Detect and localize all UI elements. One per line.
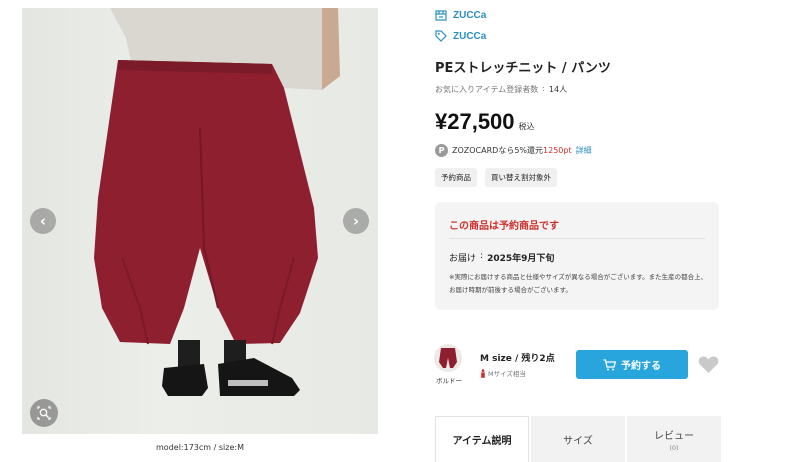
image-prev-button[interactable]: ‹	[30, 208, 56, 234]
price-row: ¥27,500 税込	[435, 109, 535, 135]
tab-item-description[interactable]: アイテム説明	[435, 416, 529, 462]
notice-title: この商品は予約商品です	[449, 221, 559, 232]
arrival-date: 2025年9月下旬	[487, 254, 555, 264]
shop-link[interactable]: ZUCCa	[435, 7, 486, 23]
tab-label: アイテム説明	[452, 436, 512, 447]
points-row: P ZOZOCARDなら5%還元 1250pt 詳細	[435, 144, 592, 157]
shop-icon	[435, 9, 447, 21]
favorite-button[interactable]	[698, 355, 719, 378]
review-count: (0)	[669, 443, 679, 452]
tab-label: レビュー	[654, 430, 694, 442]
tag-icon	[435, 30, 447, 42]
favorites-count: 14人	[548, 85, 568, 94]
tag-preorder: 予約商品	[435, 168, 477, 187]
product-image[interactable]	[22, 8, 378, 434]
size-info-row: Mサイズ相当	[480, 368, 526, 378]
points-value: 1250pt	[543, 146, 572, 155]
arrival-label: お届け	[449, 254, 477, 264]
reserve-button[interactable]: 予約する	[576, 350, 688, 379]
favorites-separator: :	[542, 84, 545, 93]
person-icon	[481, 368, 485, 378]
brand-link[interactable]: ZUCCa	[435, 28, 486, 44]
notice-divider	[449, 238, 705, 239]
preorder-notice: この商品は予約商品です お届け : 2025年9月下旬 ※実際にお届けする商品と…	[435, 202, 719, 310]
shop-name: ZUCCa	[453, 9, 487, 21]
size-stock: M size / 残り2点	[480, 354, 555, 364]
chevron-left-icon: ‹	[39, 212, 47, 230]
tag-trade-in-excluded: 買い替え割対象外	[485, 168, 557, 187]
size-info: Mサイズ相当	[488, 370, 526, 378]
detail-tabs: アイテム説明 サイズ レビュー (0)	[435, 416, 721, 462]
model-size-caption: model:173cm / size:M	[156, 443, 244, 452]
tab-label: サイズ	[563, 435, 593, 447]
product-title: PEストレッチニット / パンツ	[435, 61, 611, 76]
arrival-separator: :	[480, 251, 484, 261]
heart-icon	[698, 356, 719, 373]
points-badge: P	[435, 144, 448, 157]
price: ¥27,500	[435, 109, 515, 134]
tab-review[interactable]: レビュー (0)	[627, 416, 721, 462]
chevron-right-icon: ›	[352, 212, 360, 230]
favorites-count-row: お気に入りアイテム登録者数 : 14人	[435, 84, 567, 95]
product-photo-illustration	[94, 8, 340, 396]
arrival-row: お届け : 2025年9月下旬	[449, 251, 554, 264]
points-detail-link[interactable]: 詳細	[576, 145, 592, 156]
zoom-search-icon	[37, 406, 51, 420]
reserve-label: 予約する	[621, 361, 661, 372]
color-name: ボルドー	[436, 377, 462, 385]
brand-name: ZUCCa	[453, 30, 487, 42]
color-swatch-thumbnail[interactable]	[434, 344, 462, 372]
cart-icon	[603, 358, 616, 370]
favorites-label: お気に入りアイテム登録者数	[435, 85, 539, 94]
product-tags: 予約商品 買い替え割対象外	[435, 168, 557, 187]
points-prefix: ZOZOCARDなら5%還元	[452, 146, 544, 155]
notice-note: ※実際にお届けする商品と仕様やサイズが異なる場合がございます。また生産の都合上、…	[449, 273, 708, 294]
color-thumbnail-image	[439, 348, 457, 368]
tab-size[interactable]: サイズ	[531, 416, 625, 462]
image-next-button[interactable]: ›	[343, 208, 369, 234]
image-zoom-button[interactable]	[30, 399, 58, 427]
tax-label: 税込	[518, 122, 535, 131]
